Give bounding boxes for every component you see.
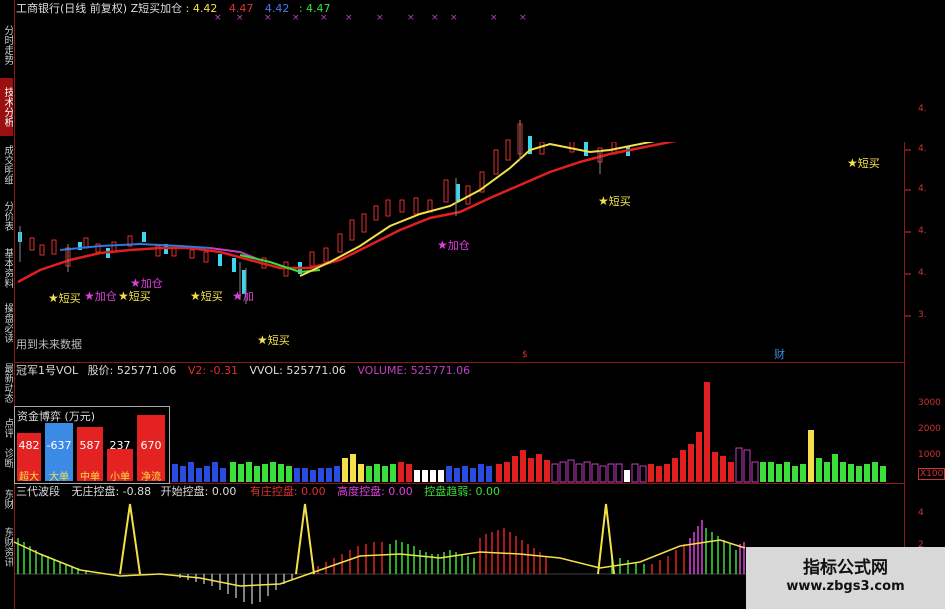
price-axis-label: 4.	[918, 104, 927, 114]
wave-panel-header: 三代波段 无庄控盘: -0.88 开始控盘: 0.00 有庄控盘: 0.00 高…	[16, 485, 500, 498]
wave-item-weak-control: 控盘趋弱: 0.00	[424, 485, 500, 498]
fund-label-net: 净流	[141, 472, 161, 483]
fund-value-net: 670	[140, 439, 162, 452]
svg-text:×: ×	[236, 13, 244, 23]
signal-marker-buy: ★短买	[48, 291, 81, 305]
vvol-value: VVOL: 525771.06	[249, 364, 346, 377]
signal-marker-buy: ★短买	[190, 289, 223, 303]
occluded-region-mid	[250, 278, 694, 328]
wave-item-no-control: 无庄控盘: -0.88	[71, 485, 152, 498]
svg-text:×: ×	[519, 13, 527, 23]
fund-label-small: 小单	[110, 472, 130, 483]
fund-flow-bars: 482 -637 587 237 670 超大 大单 中单 小单 净流	[15, 415, 169, 483]
fund-flow-title: 资金博弈 (万元)	[17, 410, 96, 423]
volume-unit-label: X100	[918, 468, 945, 480]
svg-text:×: ×	[450, 13, 458, 23]
fund-label-large: 大单	[49, 472, 69, 483]
signal-marker-buy: ★短买	[257, 333, 290, 347]
signal-marker-buy: ★短买	[847, 156, 880, 170]
watermark-box: 指标公式网 www.zbgs3.com	[746, 547, 945, 609]
signal-marker-add: ★加	[232, 289, 254, 303]
fund-value-small: 237	[109, 439, 131, 452]
svg-text:×: ×	[407, 13, 415, 23]
volume-indicator-name: 冠军1号VOL	[16, 364, 79, 377]
watermark-title: 指标公式网	[803, 558, 888, 578]
svg-text:×: ×	[320, 13, 328, 23]
svg-text:×: ×	[214, 13, 222, 23]
signal-marker-buy: ★短买	[598, 194, 631, 208]
volume-panel-header: 冠军1号VOL 股价: 525771.06 V2: -0.31 VVOL: 52…	[16, 364, 470, 377]
v2-value: V2: -0.31	[187, 364, 238, 377]
fund-value-super: 482	[18, 439, 40, 452]
wave-item-start-control: 开始控盘: 0.00	[160, 485, 237, 498]
fund-value-large: -637	[46, 439, 72, 452]
future-data-note: 用到未来数据	[16, 338, 82, 351]
volume-value: VOLUME: 525771.06	[357, 364, 471, 377]
svg-text:×: ×	[490, 13, 498, 23]
svg-text:×: ×	[264, 13, 272, 23]
fund-flow-box: 资金博弈 (万元) 482 -637 587 237 670 超大 大单 中单 …	[14, 406, 170, 484]
volume-axis-label: 2000	[918, 424, 941, 434]
signal-marker-add: ★加仓	[84, 289, 117, 303]
signal-marker-add: ★加仓	[130, 276, 163, 290]
price-axis-label: 4.	[918, 184, 927, 194]
price-axis-label: 4.	[918, 268, 927, 278]
stock-price-value: 股价: 525771.06	[87, 364, 177, 377]
svg-text:×: ×	[376, 13, 384, 23]
wave-axis-label: 4	[918, 508, 924, 518]
svg-text:×: ×	[345, 13, 353, 23]
wave-item-has-control: 有庄控盘: 0.00	[249, 485, 326, 498]
fund-label-super: 超大	[19, 472, 39, 483]
svg-text:×: ×	[431, 13, 439, 23]
wave-indicator-name: 三代波段	[16, 485, 60, 498]
volume-axis-label: 1000	[918, 450, 941, 460]
watermark-url: www.zbgs3.com	[786, 579, 905, 594]
price-axis-label: 4.	[918, 144, 927, 154]
event-label-finance[interactable]: 财	[774, 348, 785, 361]
event-label-dollar[interactable]: $	[522, 349, 528, 362]
price-axis-label: 3.	[918, 310, 927, 320]
signal-marker-add: ★加仓	[437, 238, 470, 252]
signal-marker-buy: ★短买	[118, 289, 151, 303]
price-axis-label: 4.	[918, 226, 927, 236]
wave-item-high-control: 高度控盘: 0.00	[337, 485, 413, 498]
fund-label-mid: 中单	[80, 472, 100, 483]
volume-axis-label: 3000	[918, 398, 941, 408]
fund-value-mid: 587	[79, 439, 101, 452]
svg-text:×: ×	[292, 13, 300, 23]
occluded-region-top	[533, 0, 905, 142]
